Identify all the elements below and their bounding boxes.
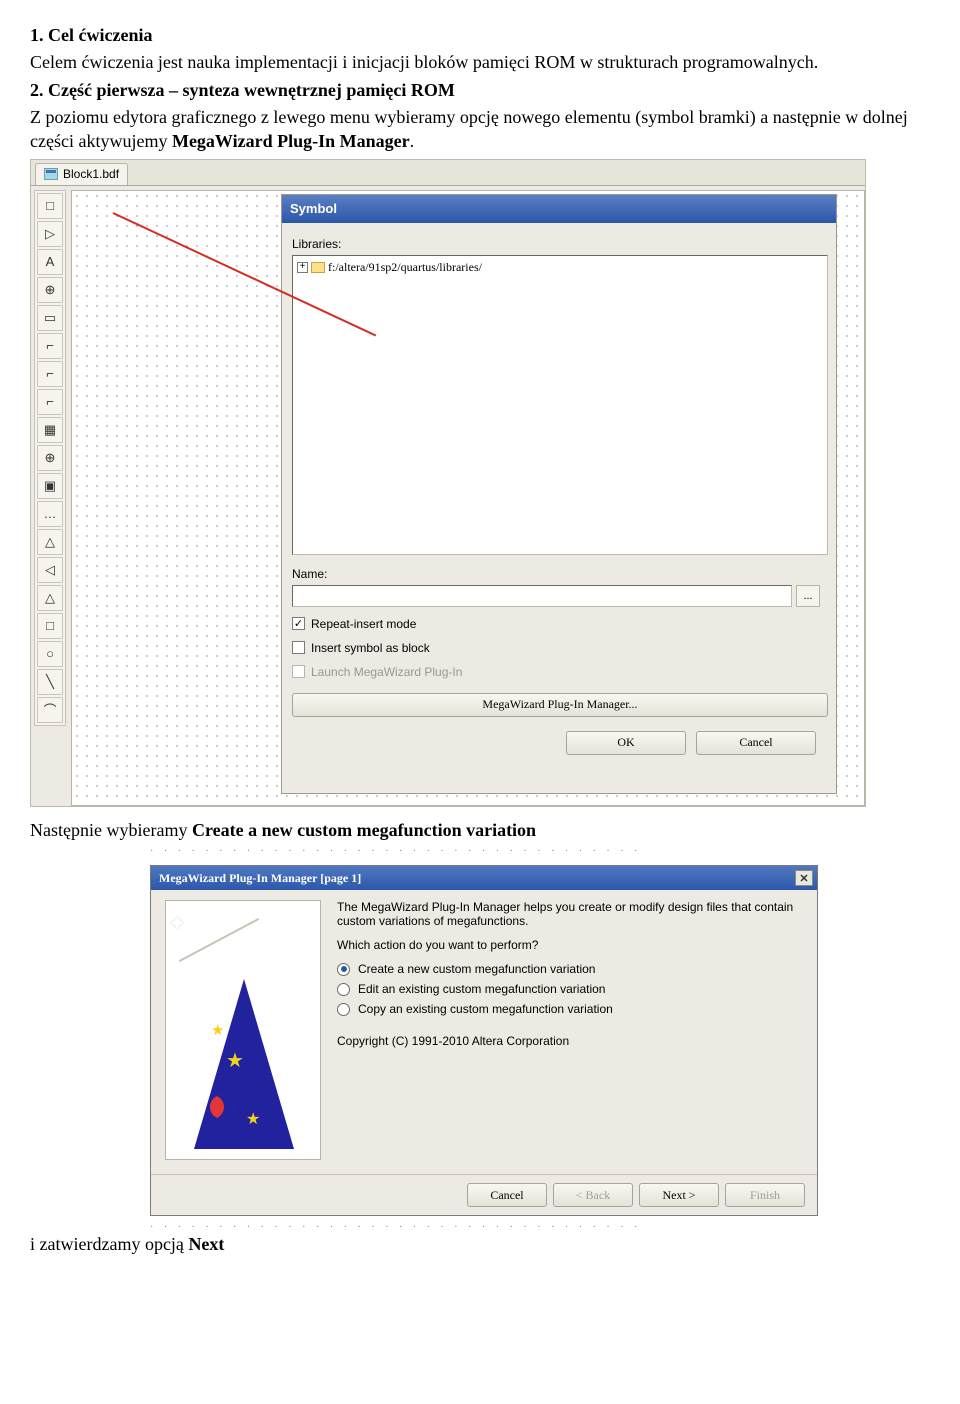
checkbox-insert-as-block[interactable]: Insert symbol as block bbox=[292, 641, 836, 655]
checkbox-label: Launch MegaWizard Plug-In bbox=[311, 665, 462, 679]
heading-1: 1. Cel ćwiczenia bbox=[30, 24, 930, 47]
tool-button[interactable]: ⌐ bbox=[37, 333, 63, 359]
name-input[interactable] bbox=[292, 585, 792, 607]
back-button: < Back bbox=[553, 1183, 633, 1207]
name-label: Name: bbox=[292, 567, 836, 581]
screenshot-megawizard-page1: MegaWizard Plug-In Manager [page 1] ✕ ✦ … bbox=[150, 865, 818, 1216]
dialog-titlebar: Symbol bbox=[282, 195, 836, 223]
radio-label: Create a new custom megafunction variati… bbox=[358, 962, 595, 976]
libraries-label: Libraries: bbox=[292, 237, 836, 251]
tool-button[interactable]: ╲ bbox=[37, 669, 63, 695]
radio-icon bbox=[337, 983, 350, 996]
tool-button[interactable]: ▦ bbox=[37, 417, 63, 443]
text-bold: Create a new custom megafunction variati… bbox=[192, 820, 536, 840]
libraries-tree[interactable]: + f:/altera/91sp2/quartus/libraries/ bbox=[292, 255, 828, 555]
radio-create-new[interactable]: Create a new custom megafunction variati… bbox=[337, 962, 803, 976]
tool-button[interactable]: △ bbox=[37, 585, 63, 611]
text: . bbox=[410, 131, 415, 151]
wizard-intro: The MegaWizard Plug-In Manager helps you… bbox=[337, 900, 803, 928]
tool-button[interactable]: △ bbox=[37, 529, 63, 555]
screenshot-quartus-symbol-dialog: Block1.bdf □ ▷ A ⊕ ▭ ⌐ ⌐ ⌐ ▦ ⊕ ▣ … △ ◁ △… bbox=[30, 159, 866, 807]
tree-item-label: f:/altera/91sp2/quartus/libraries/ bbox=[328, 260, 482, 275]
checkbox-label: Insert symbol as block bbox=[311, 641, 430, 655]
cancel-button[interactable]: Cancel bbox=[696, 731, 816, 755]
radio-copy-existing[interactable]: Copy an existing custom megafunction var… bbox=[337, 1002, 803, 1016]
tool-button[interactable]: ⊕ bbox=[37, 445, 63, 471]
checkbox-repeat-insert[interactable]: ✓ Repeat-insert mode bbox=[292, 617, 836, 631]
text-bold: Next bbox=[188, 1234, 224, 1254]
tree-item[interactable]: + f:/altera/91sp2/quartus/libraries/ bbox=[297, 260, 823, 275]
ruler-decoration: · · · · · · · · · · · · · · · · · · · · … bbox=[150, 846, 818, 857]
tab-block1-bdf[interactable]: Block1.bdf bbox=[35, 163, 128, 185]
checkbox-label: Repeat-insert mode bbox=[311, 617, 416, 631]
cancel-button[interactable]: Cancel bbox=[467, 1183, 547, 1207]
tool-button[interactable]: ▣ bbox=[37, 473, 63, 499]
tool-button[interactable]: ⌒ bbox=[37, 697, 63, 723]
copyright-text: Copyright (C) 1991-2010 Altera Corporati… bbox=[337, 1034, 803, 1048]
finish-button: Finish bbox=[725, 1183, 805, 1207]
tab-label: Block1.bdf bbox=[63, 167, 119, 181]
radio-icon bbox=[337, 1003, 350, 1016]
text: i zatwierdzamy opcją bbox=[30, 1234, 188, 1254]
tool-button[interactable]: ⊕ bbox=[37, 277, 63, 303]
browse-button[interactable]: ... bbox=[796, 585, 820, 607]
checkbox-icon bbox=[292, 665, 305, 678]
close-icon[interactable]: ✕ bbox=[795, 870, 813, 886]
tool-button[interactable]: ⌐ bbox=[37, 389, 63, 415]
heading-2: 2. Część pierwsza – synteza wewnętrznej … bbox=[30, 79, 930, 102]
paragraph: Następnie wybieramy Create a new custom … bbox=[30, 819, 930, 842]
editor-tabbar: Block1.bdf bbox=[31, 160, 865, 186]
text: Z poziomu edytora graficznego z lewego m… bbox=[30, 107, 908, 150]
tool-button[interactable]: □ bbox=[37, 193, 63, 219]
next-button[interactable]: Next > bbox=[639, 1183, 719, 1207]
ruler-decoration: · · · · · · · · · · · · · · · · · · · · … bbox=[150, 1222, 818, 1233]
megawizard-button[interactable]: MegaWizard Plug-In Manager... bbox=[292, 693, 828, 717]
radio-edit-existing[interactable]: Edit an existing custom megafunction var… bbox=[337, 982, 803, 996]
checkbox-launch-megawizard: Launch MegaWizard Plug-In bbox=[292, 665, 836, 679]
checkbox-icon bbox=[292, 641, 305, 654]
tool-button[interactable]: □ bbox=[37, 613, 63, 639]
tool-button[interactable]: ▭ bbox=[37, 305, 63, 331]
dialog-title: MegaWizard Plug-In Manager [page 1] bbox=[159, 871, 361, 886]
wizard-illustration: ✦ ★ ★ ★ bbox=[165, 900, 321, 1160]
text-bold: MegaWizard Plug-In Manager bbox=[172, 131, 410, 151]
wizard-question: Which action do you want to perform? bbox=[337, 938, 803, 952]
radio-label: Copy an existing custom megafunction var… bbox=[358, 1002, 613, 1016]
checkbox-icon: ✓ bbox=[292, 617, 305, 630]
radio-label: Edit an existing custom megafunction var… bbox=[358, 982, 605, 996]
tool-button[interactable]: ○ bbox=[37, 641, 63, 667]
paragraph: i zatwierdzamy opcją Next bbox=[30, 1233, 930, 1256]
paragraph: Z poziomu edytora graficznego z lewego m… bbox=[30, 106, 930, 153]
bdf-file-icon bbox=[44, 168, 58, 180]
tool-button[interactable]: ⌐ bbox=[37, 361, 63, 387]
ok-button[interactable]: OK bbox=[566, 731, 686, 755]
paragraph: Celem ćwiczenia jest nauka implementacji… bbox=[30, 51, 930, 74]
editor-toolstrip: □ ▷ A ⊕ ▭ ⌐ ⌐ ⌐ ▦ ⊕ ▣ … △ ◁ △ □ ○ ╲ ⌒ bbox=[34, 190, 66, 726]
symbol-dialog: Symbol Libraries: + f:/altera/91sp2/quar… bbox=[281, 194, 837, 794]
folder-icon bbox=[311, 262, 325, 273]
tool-button[interactable]: ▷ bbox=[37, 221, 63, 247]
text: Następnie wybieramy bbox=[30, 820, 192, 840]
radio-icon bbox=[337, 963, 350, 976]
expand-icon[interactable]: + bbox=[297, 262, 308, 273]
tool-button[interactable]: … bbox=[37, 501, 63, 527]
tool-button[interactable]: A bbox=[37, 249, 63, 275]
tool-button[interactable]: ◁ bbox=[37, 557, 63, 583]
